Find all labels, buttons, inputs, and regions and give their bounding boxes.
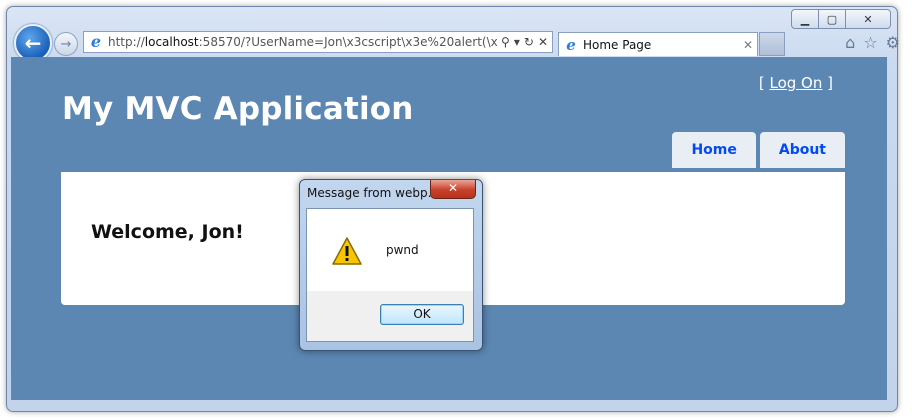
- browser-toolbar-icons: ⌂ ☆ ⚙: [845, 33, 900, 52]
- tab-close-icon[interactable]: ✕: [739, 38, 757, 52]
- back-arrow-icon: ←: [24, 31, 42, 55]
- window-caption-buttons: ▁ ▢ ✕: [791, 9, 891, 29]
- dialog-close-button[interactable]: ✕: [430, 180, 476, 199]
- dropdown-chevron-icon[interactable]: ▾: [514, 35, 520, 49]
- ie-tab-icon: e: [566, 35, 576, 54]
- search-icon[interactable]: ⚲: [501, 35, 510, 49]
- dialog-title: Message from webp...: [307, 186, 440, 200]
- minimize-button[interactable]: ▁: [791, 9, 819, 29]
- close-window-button[interactable]: ✕: [845, 9, 891, 29]
- login-display: [ Log On ]: [758, 74, 833, 92]
- forward-arrow-icon: →: [60, 36, 72, 52]
- tab-title: Home Page: [583, 37, 652, 52]
- menu-item-about[interactable]: About: [759, 132, 845, 168]
- close-icon: ✕: [447, 181, 459, 195]
- address-bar[interactable]: e http://localhost:58570/?UserName=Jon\x…: [83, 31, 553, 53]
- menu-item-home[interactable]: Home: [672, 132, 756, 168]
- warning-icon: [332, 237, 362, 265]
- ie-page-icon: e: [90, 32, 102, 51]
- site-title: My MVC Application: [62, 91, 414, 127]
- refresh-icon[interactable]: ↻: [524, 35, 534, 49]
- stop-icon[interactable]: ✕: [538, 35, 548, 49]
- dialog-message: pwnd: [386, 243, 419, 257]
- dialog-body: pwnd OK: [306, 208, 474, 342]
- address-tools: ⚲ ▾ ↻ ✕: [497, 35, 552, 49]
- new-tab-button[interactable]: [759, 32, 785, 56]
- log-on-link[interactable]: Log On: [770, 74, 823, 92]
- forward-button[interactable]: →: [54, 32, 78, 56]
- main-menu: Home About: [672, 132, 845, 168]
- alert-dialog: Message from webp... ✕ pwnd OK: [299, 179, 483, 351]
- maximize-button[interactable]: ▢: [818, 9, 846, 29]
- tab-home-page[interactable]: e Home Page ✕: [558, 32, 758, 56]
- home-icon[interactable]: ⌂: [845, 33, 855, 52]
- welcome-heading: Welcome, Jon!: [91, 221, 244, 243]
- dialog-footer: OK: [307, 291, 473, 341]
- address-url[interactable]: http://localhost:58570/?UserName=Jon\x3c…: [108, 35, 497, 49]
- favorites-star-icon[interactable]: ☆: [863, 33, 877, 52]
- ok-button[interactable]: OK: [380, 304, 464, 325]
- settings-gear-icon[interactable]: ⚙: [886, 33, 900, 52]
